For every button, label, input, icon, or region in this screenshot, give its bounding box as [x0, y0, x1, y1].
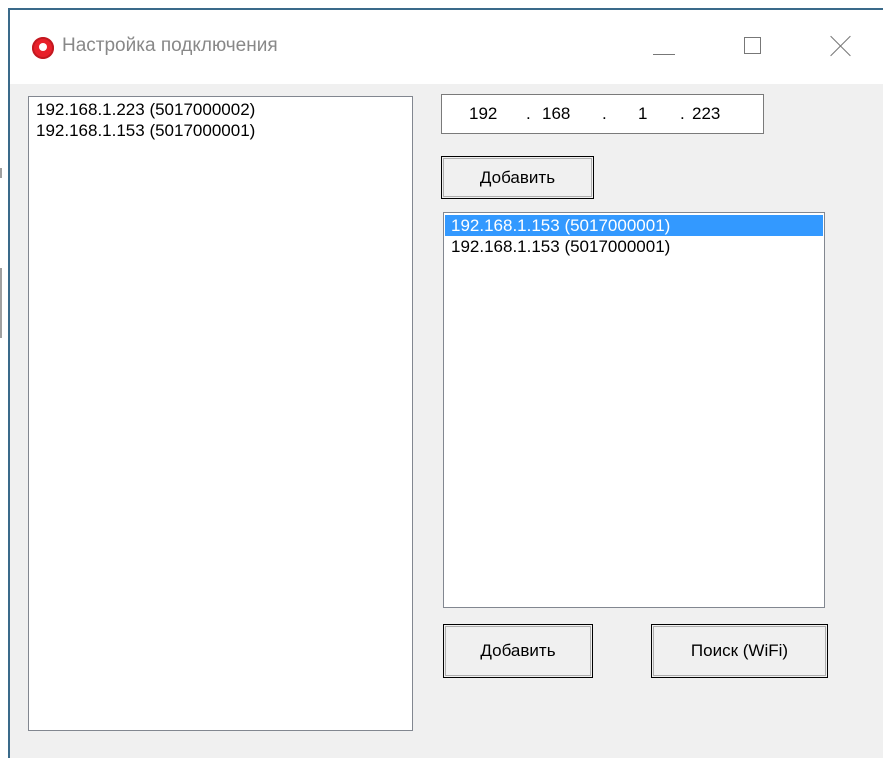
window-title: Настройка подключения: [62, 35, 278, 56]
wifi-search-button[interactable]: Поиск (WiFi): [651, 624, 828, 678]
background-edge: [0, 168, 2, 178]
add-device-button[interactable]: Добавить: [443, 624, 593, 678]
maximize-icon: [744, 37, 761, 54]
device-list-left[interactable]: 192.168.1.223 (5017000002) 192.168.1.153…: [28, 96, 413, 731]
ip-separator: .: [602, 104, 607, 123]
ip-separator: .: [680, 104, 685, 123]
maximize-button[interactable]: [725, 22, 785, 72]
list-item-selected[interactable]: 192.168.1.153 (5017000001): [445, 215, 823, 236]
ip-octet-1[interactable]: 192: [469, 104, 497, 124]
minimize-icon: [653, 54, 675, 55]
ip-octet-2[interactable]: 168: [542, 104, 570, 124]
list-item[interactable]: 192.168.1.153 (5017000001): [30, 120, 411, 141]
title-bar: Настройка подключения: [10, 10, 883, 84]
add-ip-button[interactable]: Добавить: [441, 156, 594, 199]
minimize-button[interactable]: [635, 22, 695, 72]
close-icon: [830, 35, 852, 57]
background-edge: [0, 268, 2, 338]
ip-separator: .: [526, 104, 531, 123]
app-icon: [32, 37, 54, 59]
ip-address-input[interactable]: 192 . 168 . 1 . 223: [441, 94, 764, 134]
device-list-right[interactable]: 192.168.1.153 (5017000001) 192.168.1.153…: [443, 212, 825, 608]
ip-octet-4[interactable]: 223: [692, 104, 720, 124]
ip-octet-3[interactable]: 1: [638, 104, 647, 124]
list-item[interactable]: 192.168.1.223 (5017000002): [30, 99, 411, 120]
close-button[interactable]: [815, 22, 875, 72]
connection-settings-window: Настройка подключения 192.168.1.223 (501…: [8, 8, 883, 758]
list-item[interactable]: 192.168.1.153 (5017000001): [445, 236, 823, 257]
